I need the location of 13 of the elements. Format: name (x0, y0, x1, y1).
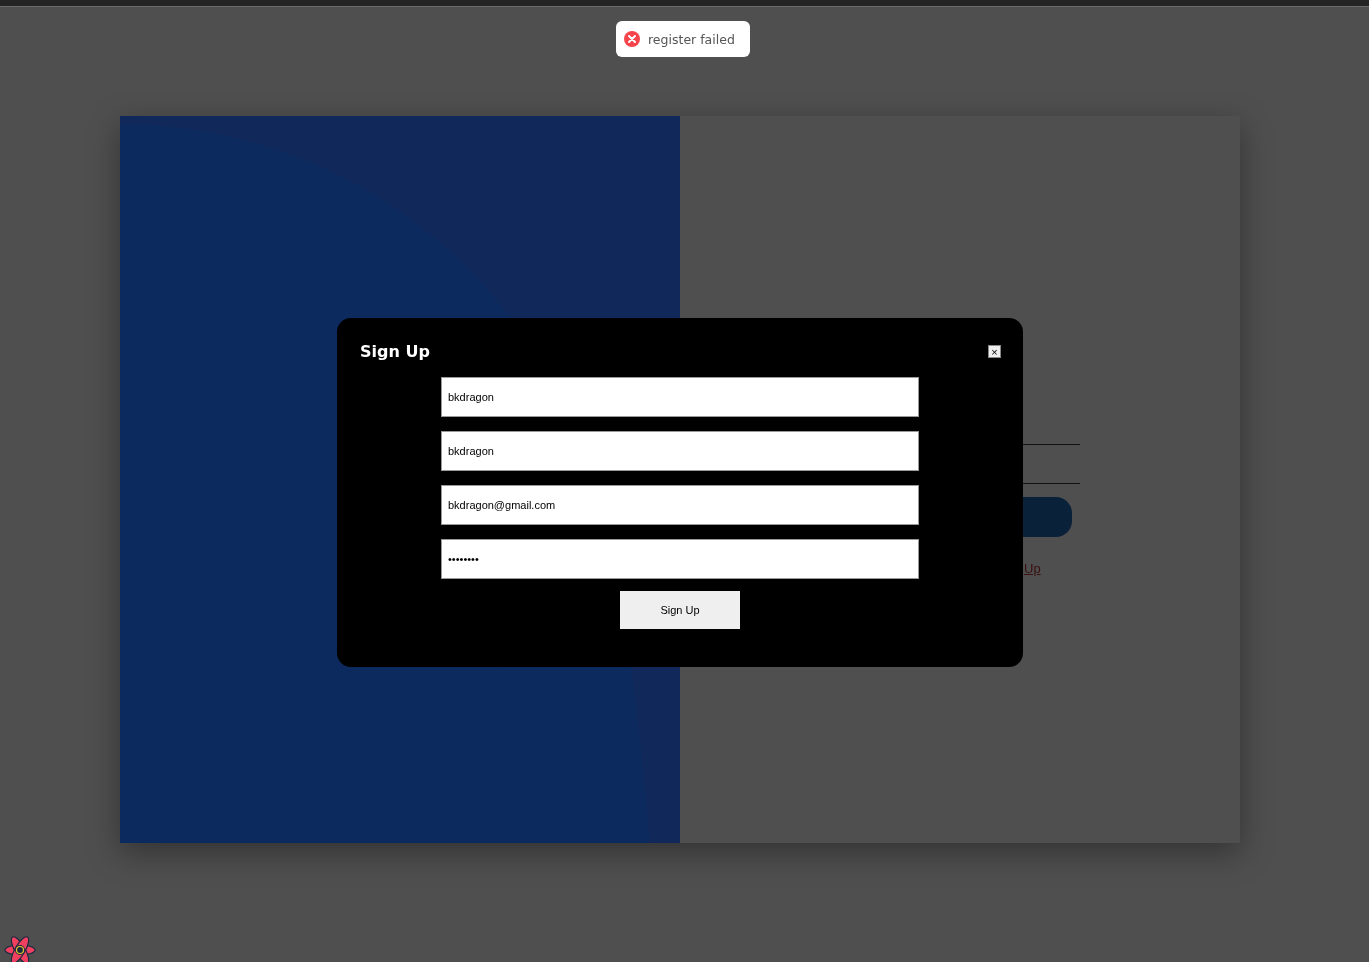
input-field[interactable]: bkdragon (441, 431, 919, 471)
close-button[interactable]: × (988, 345, 1001, 358)
sign-up-button[interactable]: Sign Up (620, 591, 740, 629)
error-icon (624, 31, 640, 47)
input-field[interactable]: bkdragon@gmail.com (441, 485, 919, 525)
dialog-title: Sign Up (360, 342, 430, 361)
input-underline[interactable] (1022, 483, 1080, 484)
toast-message: register failed (648, 31, 735, 47)
atom-icon[interactable] (4, 936, 36, 962)
login-button[interactable] (1022, 497, 1072, 537)
input-field[interactable]: •••••••• (441, 539, 919, 579)
input-field[interactable]: bkdragon (441, 377, 919, 417)
input-underline[interactable] (1022, 444, 1080, 445)
